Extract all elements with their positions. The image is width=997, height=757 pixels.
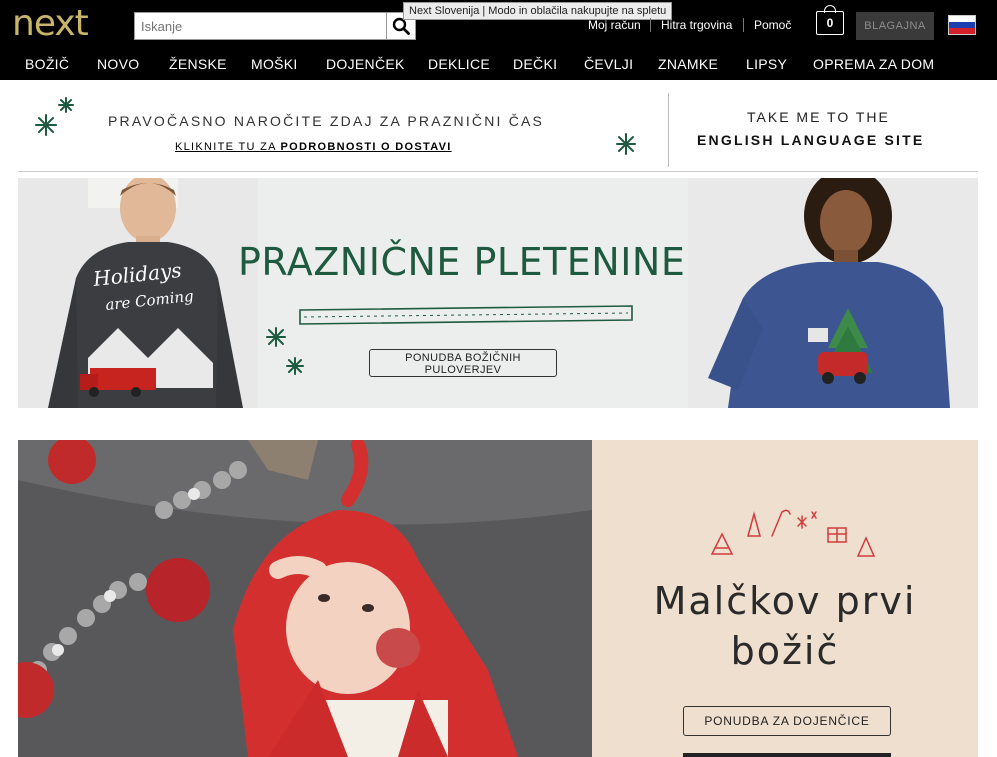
search-input[interactable]	[135, 13, 387, 39]
order-early-text: PRAVOČASNO NAROČITE ZDAJ ZA PRAZNIČNI ČA…	[108, 113, 545, 129]
second-offer-button-partial[interactable]	[683, 753, 891, 757]
link-divider	[743, 18, 744, 32]
christmas-jumpers-button[interactable]: PONUDBA BOŽIČNIH PULOVERJEV	[369, 349, 557, 377]
promo-divider	[668, 93, 669, 167]
holiday-knitwear-banner[interactable]: Holidays are Coming PRAZNIČNE PLETENINE …	[18, 178, 978, 408]
nav-item-new[interactable]: NOVO	[97, 56, 139, 72]
my-account-link[interactable]: Moj račun	[588, 18, 641, 32]
snowflake-icon	[616, 133, 636, 155]
delivery-link-prefix: KLIKNITE TU ZA	[175, 141, 281, 153]
quick-shop-link[interactable]: Hitra trgovina	[661, 18, 732, 32]
baby-girls-offer-button[interactable]: PONUDBA ZA DOJENČICE	[683, 706, 891, 736]
nav-item-shoes[interactable]: ČEVLJI	[584, 56, 633, 72]
man-in-holiday-sweater-image: Holidays are Coming	[18, 178, 258, 408]
title-line2: božič	[730, 629, 840, 673]
babys-first-christmas-banner[interactable]: Malčkov prvi božič PONUDBA ZA DOJENČICE	[18, 440, 978, 757]
delivery-promo-strip: PRAVOČASNO NAROČITE ZDAJ ZA PRAZNIČNI ČA…	[18, 87, 978, 172]
title-line1: Malčkov prvi	[653, 579, 917, 623]
nav-item-women[interactable]: ŽENSKE	[169, 56, 227, 72]
english-site-link[interactable]: ENGLISH LANGUAGE SITE	[697, 132, 924, 148]
festive-doodles-icon	[710, 509, 876, 557]
nav-item-girls[interactable]: DEKLICE	[428, 56, 490, 72]
nav-item-home[interactable]: OPREMA ZA DOM	[813, 56, 934, 72]
snowflake-icon	[266, 327, 304, 375]
delivery-details-link[interactable]: KLIKNITE TU ZA PODROBNOSTI O DOSTAVI	[175, 141, 452, 153]
nav-item-baby[interactable]: DOJENČEK	[326, 56, 405, 72]
main-nav: BOŽIČ NOVO ŽENSKE MOŠKI DOJENČEK DEKLICE…	[0, 50, 997, 80]
baby-photo	[18, 440, 592, 757]
bag-count: 0	[826, 16, 834, 30]
babys-first-christmas-panel: Malčkov prvi božič PONUDBA ZA DOJENČICE	[592, 440, 978, 757]
nav-item-men[interactable]: MOŠKI	[251, 56, 298, 72]
nav-item-brands[interactable]: ZNAMKE	[658, 56, 718, 72]
slovenia-flag-icon[interactable]	[948, 15, 976, 35]
nav-item-lipsy[interactable]: LIPSY	[746, 56, 787, 72]
top-bar: next Next Slovenija | Modo in oblačila n…	[0, 0, 997, 50]
search-box	[134, 12, 416, 40]
button-line2: PULOVERJEV	[424, 364, 502, 376]
help-link[interactable]: Pomoč	[754, 18, 791, 32]
babys-first-christmas-title: Malčkov prvi božič	[592, 576, 978, 676]
shopping-bag-icon[interactable]: 0	[816, 5, 844, 35]
english-site-link-line1[interactable]: TAKE ME TO THE	[747, 109, 890, 125]
checkout-button[interactable]: BLAGAJNA	[856, 12, 934, 40]
baby-in-red-knit-image	[18, 440, 592, 757]
nav-item-christmas[interactable]: BOŽIČ	[25, 56, 69, 72]
scarf-illustration	[299, 305, 633, 325]
snowflake-icon	[35, 97, 74, 136]
woman-in-holiday-sweater-image	[688, 178, 978, 408]
next-logo[interactable]: next	[12, 2, 89, 46]
button-line1: PONUDBA BOŽIČNIH	[405, 352, 521, 364]
nav-item-boys[interactable]: DEČKI	[513, 56, 557, 72]
delivery-link-bold: PODROBNOSTI O DOSTAVI	[280, 141, 452, 153]
knitwear-banner-title: PRAZNIČNE PLETENINE	[238, 240, 686, 284]
link-divider	[650, 18, 651, 32]
